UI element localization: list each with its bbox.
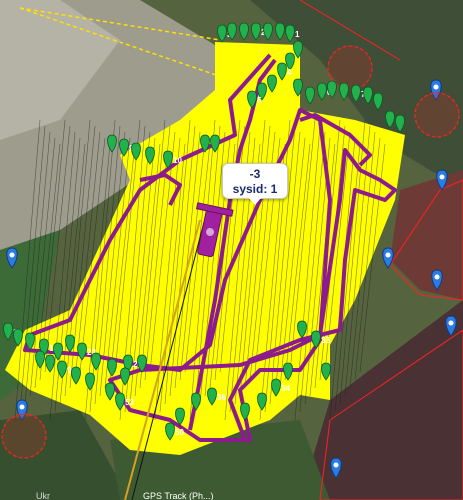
waypoint-number: 36 bbox=[217, 393, 226, 402]
radius-circle bbox=[1, 413, 47, 459]
callout-line-2: sysid: 1 bbox=[232, 182, 278, 196]
vehicle-callout: -3 sysid: 1 bbox=[222, 163, 288, 205]
waypoint-number: 10 bbox=[173, 156, 182, 165]
callout-tail bbox=[249, 198, 261, 205]
waypoint-number: 1 bbox=[295, 30, 300, 39]
waypoint-number: 34 bbox=[281, 384, 290, 393]
waypoint-number: 33 bbox=[321, 336, 330, 345]
track-label: GPS Track (Ph...) bbox=[143, 491, 214, 500]
map-canvas[interactable]: 3214567891013162324333436505396 bbox=[0, 0, 463, 500]
callout-line-1: -3 bbox=[249, 167, 261, 181]
waypoint-number: 4 bbox=[287, 68, 292, 77]
waypoint-number: 53 bbox=[125, 398, 134, 407]
radius-circle bbox=[414, 92, 460, 138]
map-attribution: Ukr bbox=[36, 491, 50, 500]
waypoint-number: 5 bbox=[257, 96, 262, 105]
waypoint-number: 50 bbox=[175, 428, 184, 437]
map-view[interactable]: 3214567891013162324333436505396 -3 sysid… bbox=[0, 0, 463, 500]
